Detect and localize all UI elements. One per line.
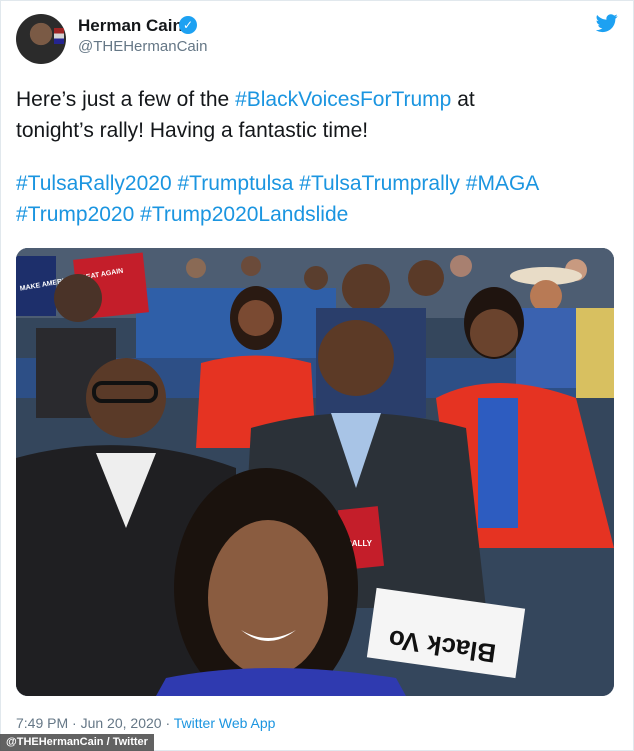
- hashtag-link[interactable]: #TulsaTrumprally: [299, 172, 460, 195]
- meta-separator: ·: [72, 715, 77, 731]
- hashtag-link[interactable]: #Trumptulsa: [178, 172, 294, 195]
- tweet-text: Here’s just a few of the #BlackVoicesFor…: [16, 84, 616, 230]
- hashtag-link[interactable]: #MAGA: [466, 172, 540, 195]
- hashtag-link[interactable]: #Trump2020: [16, 203, 134, 226]
- verified-badge-icon: ✓: [179, 16, 197, 34]
- tweet-text-part: at: [451, 88, 475, 111]
- twitter-bird-icon[interactable]: [596, 12, 618, 34]
- hashtag-link[interactable]: #TulsaRally2020: [16, 172, 172, 195]
- tweet-photo[interactable]: MAKE AMERICA GREAT AGAIN RALLY: [16, 248, 614, 696]
- hashtag-link[interactable]: #Trump2020Landslide: [140, 203, 348, 226]
- tweet-text-part: Here’s just a few of the: [16, 88, 236, 111]
- meta-separator: ·: [165, 715, 171, 731]
- tweet-time[interactable]: 7:49 PM: [16, 715, 68, 731]
- avatar[interactable]: [16, 14, 66, 64]
- tweet-meta: 7:49 PM · Jun 20, 2020 · Twitter Web App: [16, 715, 275, 731]
- author-name[interactable]: Herman Cain: [78, 16, 183, 36]
- image-credit: @THEHermanCain / Twitter: [0, 734, 154, 751]
- tweet-text-part: tonight’s rally! Having a fantastic time…: [16, 119, 369, 142]
- hashtag-link[interactable]: #BlackVoicesForTrump: [235, 88, 451, 111]
- author-handle[interactable]: @THEHermanCain: [78, 38, 207, 55]
- source-app-link[interactable]: Twitter Web App: [174, 715, 276, 731]
- rally-photo-illustration: MAKE AMERICA GREAT AGAIN RALLY: [16, 248, 614, 696]
- tweet-date[interactable]: Jun 20, 2020: [81, 715, 162, 731]
